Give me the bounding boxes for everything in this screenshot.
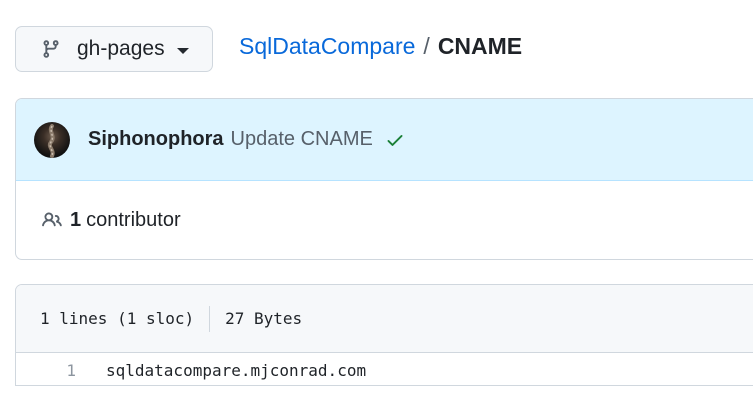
file-size: 27 Bytes bbox=[225, 309, 303, 328]
line-number[interactable]: 1 bbox=[16, 361, 76, 380]
breadcrumb-repo-link[interactable]: SqlDataCompare bbox=[239, 33, 415, 59]
check-icon[interactable] bbox=[385, 130, 405, 150]
avatar[interactable] bbox=[34, 121, 70, 158]
branch-label: gh-pages bbox=[77, 37, 165, 60]
latest-commit-box: Siphonophora Update CNAME 1 contributor bbox=[15, 98, 753, 260]
code-line: 1 sqldatacompare.mjconrad.com bbox=[16, 353, 753, 385]
breadcrumb-file-name: CNAME bbox=[437, 33, 523, 59]
file-lines-info: 1 lines (1 sloc) bbox=[40, 309, 195, 328]
commit-author-link[interactable]: Siphonophora bbox=[88, 128, 224, 151]
breadcrumb-separator: / bbox=[423, 33, 430, 59]
branch-select-button[interactable]: gh-pages bbox=[15, 26, 213, 72]
commit-message-link[interactable]: Update CNAME bbox=[231, 128, 373, 151]
people-icon bbox=[40, 210, 64, 230]
contributor-count: 1 bbox=[70, 208, 82, 231]
line-code: sqldatacompare.mjconrad.com bbox=[106, 360, 367, 380]
divider bbox=[209, 305, 211, 332]
file-content-box: 1 lines (1 sloc) 27 Bytes 1 sqldatacompa… bbox=[15, 284, 753, 386]
contributor-label: contributor bbox=[86, 208, 181, 231]
breadcrumb: SqlDataCompare / CNAME bbox=[239, 32, 522, 60]
file-view-page: gh-pages SqlDataCompare / CNAME Siphonopho… bbox=[0, 0, 753, 403]
file-info-header: 1 lines (1 sloc) 27 Bytes bbox=[16, 285, 753, 353]
contributors-link[interactable]: 1 contributor bbox=[16, 181, 753, 259]
git-branch-icon bbox=[41, 38, 61, 60]
commit-header: Siphonophora Update CNAME bbox=[16, 99, 753, 181]
chevron-down-icon bbox=[176, 47, 189, 54]
